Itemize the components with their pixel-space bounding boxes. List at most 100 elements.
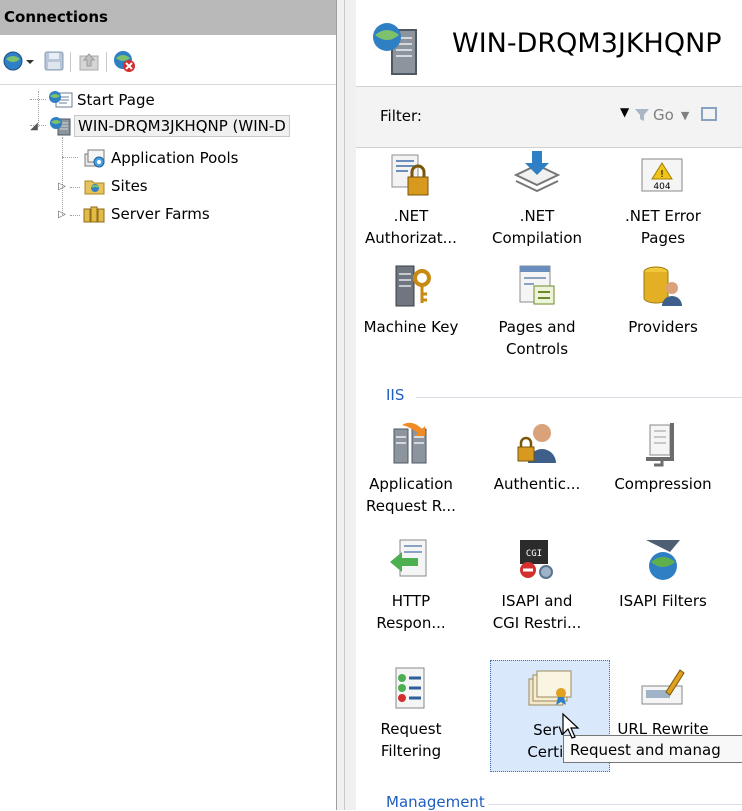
pencil-window-icon: [608, 660, 718, 718]
tile-authentication[interactable]: Authentic...: [482, 415, 592, 495]
server-globe-large-icon: [373, 23, 417, 75]
tree-line: [30, 99, 46, 100]
http-arrow-icon: [356, 532, 466, 590]
collapse-arrow-icon[interactable]: ◢: [30, 121, 38, 132]
lock-doc-icon: [356, 147, 466, 205]
tile-net-compilation[interactable]: .NET Compilation: [482, 147, 592, 249]
connections-pane: Connections Start Page ◢ WIN-DRQM3JKHQNP…: [0, 0, 337, 810]
tile-isapi-cgi-restrictions[interactable]: CGI ISAPI and CGI Restri...: [482, 532, 592, 634]
tile-label: .NET: [393, 207, 429, 225]
tree-item-server[interactable]: WIN-DRQM3JKHQNP (WIN-D: [48, 113, 290, 139]
pane-splitter[interactable]: [337, 0, 356, 810]
server-arrow-icon: [356, 415, 466, 473]
tile-label: CGI Restri...: [492, 614, 582, 632]
pane-divider: [344, 0, 345, 810]
page-title: WIN-DRQM3JKHQNP: [452, 28, 722, 59]
tile-label: Compilation: [491, 229, 583, 247]
tree-line: [70, 215, 80, 216]
tooltip: Request and manag: [563, 735, 742, 763]
tile-label: .NET Error: [625, 207, 701, 225]
tree-item-label: Server Farms: [111, 205, 210, 223]
show-all-button[interactable]: [700, 101, 720, 129]
tile-label: Compression: [614, 475, 712, 493]
up-button[interactable]: [78, 46, 100, 76]
expand-arrow-icon[interactable]: ▷: [58, 209, 66, 220]
tile-compression[interactable]: Compression: [608, 415, 718, 495]
tile-providers[interactable]: Providers: [608, 258, 718, 338]
expand-arrow-icon[interactable]: ▷: [58, 181, 66, 192]
tile-label: Controls: [505, 340, 569, 358]
mouse-cursor-icon: [562, 712, 580, 739]
tree-item-label: Start Page: [77, 91, 155, 109]
tile-label: Pages and: [498, 318, 576, 336]
stack-download-icon: [482, 147, 592, 205]
tile-http-response[interactable]: HTTP Respon...: [356, 532, 466, 634]
filter-input[interactable]: [436, 101, 610, 129]
db-user-icon: [608, 258, 718, 316]
sites-folder-icon: [84, 180, 105, 195]
group-header-iis: IIS: [386, 386, 405, 404]
globe-disconnect-icon: [114, 51, 135, 72]
tile-pages-and-controls[interactable]: Pages and Controls: [482, 258, 592, 360]
application-pools-icon: [84, 149, 105, 168]
checklist-icon: [356, 660, 466, 718]
tile-label: Machine Key: [363, 318, 459, 336]
tile-url-rewrite[interactable]: URL Rewrite: [608, 660, 718, 740]
toolbar-separator: [70, 52, 71, 72]
funnel-icon: [635, 109, 649, 121]
save-button[interactable]: [43, 46, 65, 76]
tile-label: Application: [369, 475, 453, 493]
tile-label: Pages: [640, 229, 686, 247]
start-page-icon: [49, 91, 73, 108]
toolbar-separator: [106, 52, 107, 72]
filter-bar: Filter: ▼ Go ▼: [356, 86, 742, 148]
filter-label: Filter:: [380, 107, 422, 125]
tile-label: ISAPI and: [501, 592, 573, 610]
show-all-icon: [701, 107, 717, 121]
tile-isapi-filters[interactable]: ISAPI Filters: [608, 532, 718, 612]
tile-machine-key[interactable]: Machine Key: [356, 258, 466, 338]
tile-label: Request: [380, 720, 442, 738]
tile-label: HTTP: [391, 592, 431, 610]
globe-funnel-icon: [608, 532, 718, 590]
connections-header: Connections: [0, 0, 336, 35]
tree-item-label: WIN-DRQM3JKHQNP (WIN-D: [74, 115, 290, 137]
go-button[interactable]: Go ▼: [634, 101, 689, 129]
tile-label: Authentic...: [493, 475, 581, 493]
tree-line: [62, 137, 63, 215]
connections-toolbar: [0, 46, 336, 78]
tree-line: [70, 187, 80, 188]
tile-net-error-pages[interactable]: ! 404 .NET Error Pages: [608, 147, 718, 249]
tile-label: .NET: [519, 207, 555, 225]
tree-item-application-pools[interactable]: Application Pools: [82, 145, 241, 171]
server-farms-icon: [83, 206, 105, 223]
features-pane: WIN-DRQM3JKHQNP Filter: ▼ Go ▼ .NET Auth…: [356, 0, 742, 811]
tile-net-authorization[interactable]: .NET Authorizat...: [356, 147, 466, 249]
group-separator: [416, 397, 742, 398]
go-label: Go: [653, 106, 674, 124]
group-separator: [488, 804, 742, 805]
tile-label: Providers: [628, 318, 698, 336]
tile-label: Request R...: [366, 497, 456, 515]
save-icon: [44, 51, 64, 71]
connect-button[interactable]: [2, 46, 36, 76]
filter-dropdown-icon[interactable]: ▼: [620, 105, 629, 119]
tree-item-sites[interactable]: Sites: [82, 173, 151, 199]
disconnect-button[interactable]: [112, 46, 136, 76]
svg-text:CGI: CGI: [526, 549, 542, 559]
tree-item-start-page[interactable]: Start Page: [48, 87, 158, 113]
svg-text:!: !: [660, 169, 664, 180]
tile-application-request-routing[interactable]: Application Request R...: [356, 415, 466, 517]
server-globe-icon: [50, 117, 71, 136]
tile-request-filtering[interactable]: Request Filtering: [356, 660, 466, 762]
svg-text:404: 404: [653, 182, 670, 192]
pages-icon: [482, 258, 592, 316]
cgi-icon: CGI: [482, 532, 592, 590]
tree-line: [62, 157, 78, 158]
tree-item-server-farms[interactable]: Server Farms: [82, 201, 213, 227]
tree-line: [38, 91, 39, 127]
group-header-management: Management: [386, 793, 485, 811]
server-key-icon: [356, 258, 466, 316]
clamp-icon: [608, 415, 718, 473]
certificate-icon: [491, 661, 609, 719]
